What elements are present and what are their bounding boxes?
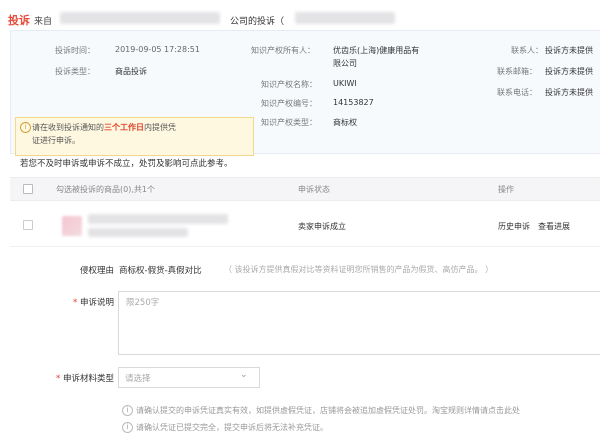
ip-name-value: UKIWI (333, 79, 357, 88)
ip-owner-value-2: 限公司 (333, 59, 357, 68)
phone-value: 投诉方未提供 (545, 88, 593, 97)
chevron-down-icon[interactable]: ⌄ (240, 370, 248, 380)
phone-label: 联系电话： (497, 88, 537, 97)
redacted-name (60, 12, 220, 24)
status-column-header: 申诉状态 (298, 185, 330, 194)
complaint-info-panel: 投诉时间： 2019-09-05 17:28:51 投诉类型： 商品投诉 知识产… (10, 30, 600, 156)
product-thumbnail (62, 216, 82, 236)
ip-owner-label: 知识产权所有人： (251, 46, 315, 55)
row-checkbox[interactable] (23, 220, 33, 230)
completeness-hint: 请确认凭证已提交完全，提交申诉后将无法补充凭证。 (136, 423, 328, 432)
penalty-reference-text[interactable]: 若您不及时申诉或申诉不成立，处罚及影响可点此参考。 (20, 157, 233, 169)
complaint-type-label: 投诉类型： (55, 67, 95, 76)
goods-column-header: 勾选被投诉的商品(0),共1个 (56, 185, 155, 194)
email-value: 投诉方未提供 (545, 67, 593, 76)
reason-value: 商标权-假货-真假对比 (119, 266, 202, 276)
ip-name-label: 知识产权名称： (261, 80, 317, 89)
history-appeal-link[interactable]: 历史申诉 (498, 221, 530, 232)
company-suffix: 公司的投诉（ (230, 17, 285, 27)
view-progress-link[interactable]: 查看进展 (538, 221, 570, 232)
info-icon: i (20, 122, 31, 133)
ip-number-value: 14153827 (333, 98, 374, 107)
description-label: * 申诉说明 (73, 298, 114, 308)
info-icon: i (122, 422, 133, 433)
deadline-highlight: 三个工作日 (104, 123, 144, 132)
material-type-label: * 申诉材料类型 (56, 374, 114, 384)
complaint-type-value: 商品投诉 (115, 67, 147, 76)
authenticity-hint: 请确认提交的申诉凭证真实有效，如提供虚假凭证，店铺将会被追加虚假凭证处罚。淘宝规… (136, 406, 520, 415)
redacted-product-meta (88, 228, 188, 237)
contact-value: 投诉方未提供 (545, 46, 593, 55)
complaint-tag: 投诉 (8, 14, 30, 27)
email-label: 联系邮箱： (497, 67, 537, 76)
action-column-header: 操作 (498, 185, 514, 194)
table-row: 卖家申诉成立 历史申诉 查看进展 (10, 206, 600, 247)
contact-label: 联系人： (511, 46, 543, 55)
goods-table-header: 勾选被投诉的商品(0),共1个 申诉状态 操作 (10, 177, 600, 201)
ip-number-label: 知识产权编号： (261, 99, 317, 108)
complaint-time-value: 2019-09-05 17:28:51 (115, 45, 200, 54)
appeal-status: 卖家申诉成立 (298, 222, 346, 231)
ip-type-value: 商标权 (333, 118, 357, 127)
description-textarea[interactable] (118, 291, 600, 355)
material-type-placeholder: 请选择 (125, 374, 151, 384)
redacted-company (295, 12, 395, 24)
select-all-checkbox[interactable] (23, 184, 33, 194)
notice-text: 请在收到投诉通知的三个工作日内提供凭 证进行申诉。 (32, 123, 176, 145)
info-icon: i (122, 405, 133, 416)
ip-owner-value-1: 优齿乐(上海)健康用品有 (333, 46, 420, 55)
reason-hint: （ 该投诉方提供真假对比等资料证明您所销售的产品为假货、高仿产品。 ） (224, 265, 494, 274)
deadline-notice: i 请在收到投诉通知的三个工作日内提供凭 证进行申诉。 (15, 117, 254, 156)
from-prefix: 来自 (34, 17, 53, 27)
redacted-product-title (88, 214, 228, 224)
description-placeholder: 限250字 (126, 298, 160, 308)
ip-type-label: 知识产权类型： (261, 118, 317, 127)
reason-label: 侵权理由 (79, 266, 114, 276)
complaint-time-label: 投诉时间： (55, 46, 95, 55)
